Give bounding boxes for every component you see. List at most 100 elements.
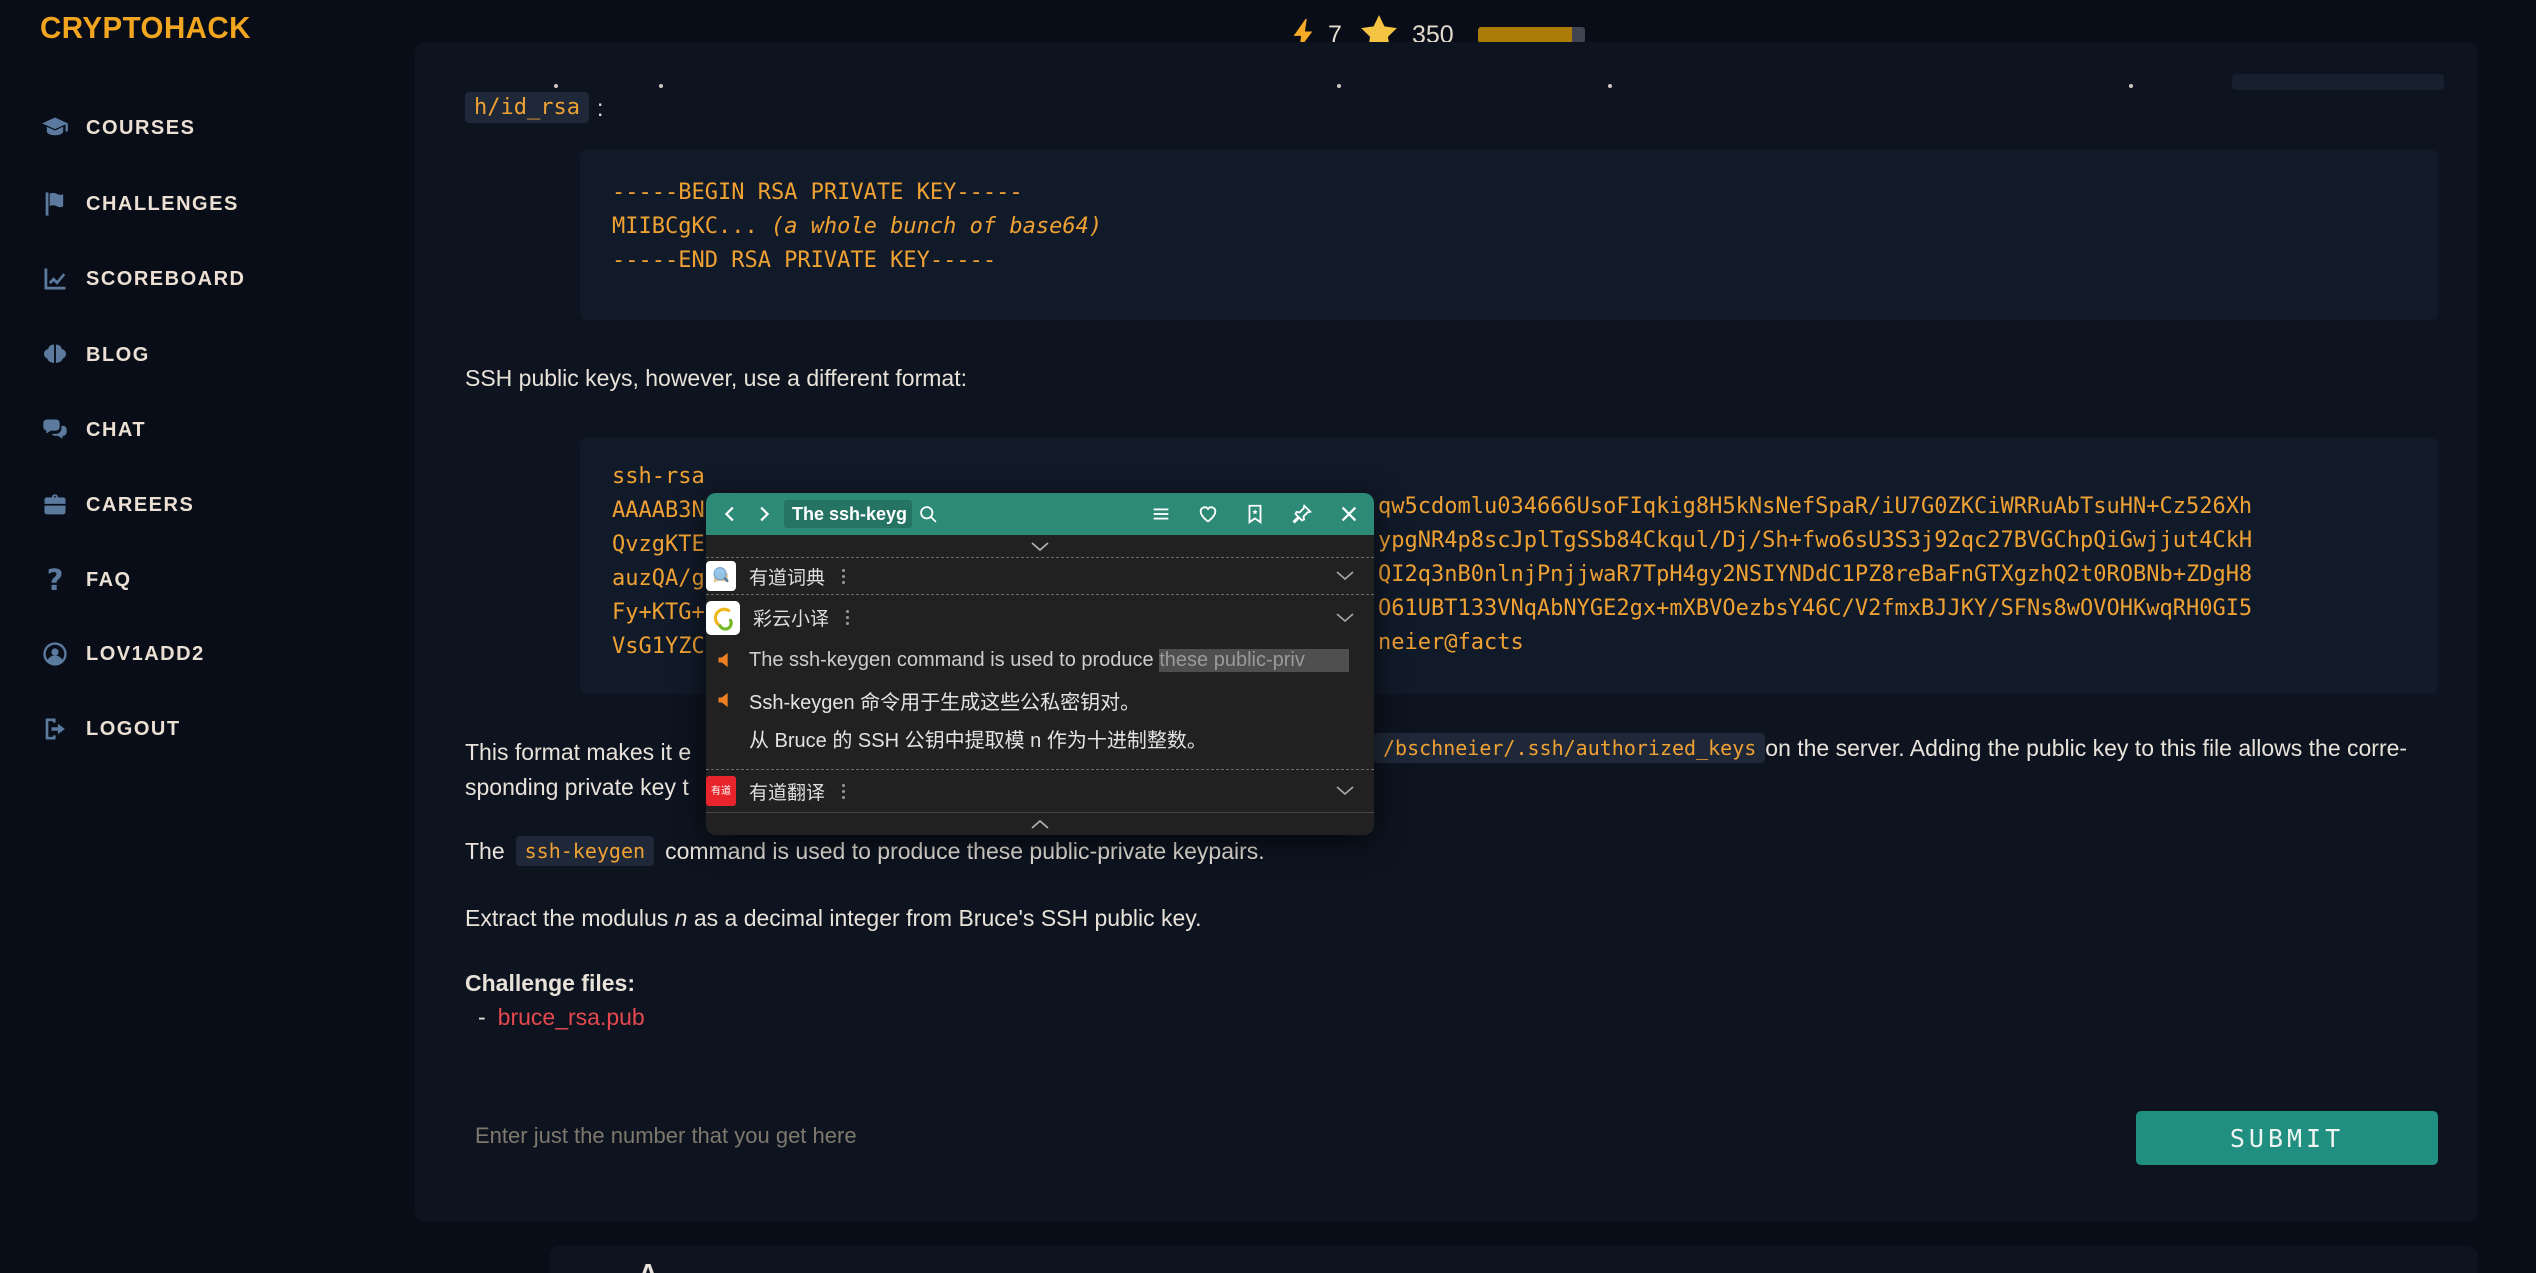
sidebar-item-label: LOGOUT [86,718,181,741]
clipped-comment-fragment: A [638,1258,658,1273]
sidebar-item-blog[interactable]: BLOG [40,337,150,373]
comments-card: A [550,1246,2478,1273]
intro-paragraph: SSH public keys, however, use a differen… [465,363,967,393]
provider-label: 彩云小译 [753,604,829,631]
speaker-icon[interactable] [716,650,736,670]
clipped-line-remnant [554,84,558,88]
provider-row-youdao-translate[interactable]: 有道 有道翻译 [706,769,1374,812]
back-icon[interactable] [720,503,742,525]
chevron-down-icon[interactable] [1336,609,1354,627]
collapse-chevron-down-icon[interactable] [706,535,1374,557]
question-mark-icon: ? [40,565,70,595]
submit-button[interactable]: SUBMIT [2136,1111,2438,1165]
sign-out-icon [40,714,70,744]
youdao-translate-icon: 有道 [706,776,736,806]
code-line: MIIBCgKC... [612,214,758,239]
sidebar-item-careers[interactable]: CAREERS [40,487,194,523]
keygen-post: command is used to produce these public-… [665,836,1265,866]
clipped-code-chip-remnant [2232,74,2444,90]
chevron-down-icon[interactable] [1336,782,1354,800]
keygen-paragraph: The ssh-keygen command is used to produc… [465,836,1265,866]
sidebar-item-courses[interactable]: COURSES [40,110,195,146]
pin-icon[interactable] [1291,503,1313,525]
sidebar-item-scoreboard[interactable]: SCOREBOARD [40,261,245,297]
sidebar-item-profile[interactable]: LOV1ADD2 [40,636,205,672]
format-paragraph-line1-end: on the server. Adding the public key to … [1765,733,2407,763]
popup-search-text: The ssh-keyg [792,504,907,525]
format-paragraph-line2: sponding private key t [465,772,689,802]
clipped-line-remnant [1608,84,1612,88]
popup-search-input[interactable]: The ssh-keyg [784,500,912,528]
code-line-fragment: O61UBT133VNqAbNYGE2gx+mXBVOezbsY46C/V2fm… [1378,596,2252,621]
popup-header-actions [1150,503,1360,525]
private-key-codeblock: -----BEGIN RSA PRIVATE KEY----- MIIBCgKC… [580,150,2438,320]
code-line-fragment: qw5cdomlu034666UsoFIqkig8H5kNsNefSpaR/iU… [1378,494,2252,519]
sidebar-item-logout[interactable]: LOGOUT [40,711,181,747]
more-options-icon[interactable] [846,610,849,625]
translation-result-text: 从 Bruce 的 SSH 公钥中提取模 n 作为十进制整数。 [749,724,1207,753]
extract-pre: Extract the modulus [465,905,675,931]
more-options-icon[interactable] [842,784,845,799]
cryptohack-page: CRYPTOHACK 7 350 COURSES CHALLENGES SCOR… [0,0,2536,1273]
brain-icon [40,340,70,370]
provider-row-youdao-dict[interactable]: 有道词典 [706,557,1374,594]
translation-result-row: Ssh-keygen 命令用于生成这些公私密钥对。 [706,680,1374,720]
code-line: ssh-rsa [612,464,705,489]
chevron-down-icon[interactable] [1336,567,1354,585]
close-icon[interactable] [1338,503,1360,525]
translation-popup: The ssh-keyg 有道词典 [706,493,1374,835]
clipped-line-remnant [1337,84,1341,88]
challenge-files-label: Challenge files: [465,968,635,998]
sidebar-item-faq[interactable]: ? FAQ [40,562,132,598]
code-line-fragment: QvzgKTE [612,532,705,557]
provider-row-caiyun[interactable]: 彩云小译 [706,594,1374,640]
file-bullet: - [478,1002,486,1032]
sidebar-item-label: BLOG [86,344,150,367]
progress-bar-fill [1478,27,1572,43]
speaker-icon[interactable] [716,690,736,710]
sidebar-item-label: LOV1ADD2 [86,643,205,666]
authorized-keys-path-chip: /bschneier/.ssh/authorized_keys [1374,733,1765,763]
flag-icon [40,189,70,219]
popup-body: 有道词典 彩云小译 The ssh-keygen command is used… [706,535,1374,835]
code-line-fragment: AAAAB3N [612,498,705,523]
chart-line-icon [40,264,70,294]
search-icon[interactable] [918,504,939,525]
youdao-badge-text: 有道 [709,786,733,797]
code-line: -----BEGIN RSA PRIVATE KEY----- [612,180,1023,205]
provider-label: 有道词典 [749,563,825,590]
format-paragraph-line1-rest: /bschneier/.ssh/authorized_keys on the s… [1374,733,2407,763]
more-options-icon[interactable] [842,569,845,584]
code-line-fragment: auzQA/g [612,566,705,591]
wordbook-bookmark-icon[interactable] [1244,503,1266,525]
sidebar-item-label: CHAT [86,419,146,442]
code-line-fragment: ypgNR4p8scJplTgSSb84Ckqul/Dj/Sh+fwo6sU3S… [1378,528,2252,553]
menu-icon[interactable] [1150,503,1172,525]
code-line-fragment: Fy+KTG+ [612,600,705,625]
clipped-line-remnant [659,84,663,88]
site-logo[interactable]: CRYPTOHACK [40,10,251,46]
forward-icon[interactable] [752,503,774,525]
sidebar-item-label: CHALLENGES [86,193,239,216]
keygen-pre: The [465,836,505,866]
code-line-fragment: QI2q3nB0nlnjPnjjwaR7TpH4gy2NSIYNDdC1PZ8r… [1378,562,2252,587]
sidebar-item-chat[interactable]: CHAT [40,412,146,448]
progress-bar [1478,27,1585,43]
modulus-variable: n [675,905,688,931]
code-line-fragment: neier@facts [1378,630,1524,655]
extract-post: as a decimal integer from Bruce's SSH pu… [687,905,1201,931]
collapse-chevron-up-icon[interactable] [706,812,1374,835]
translation-result-text: Ssh-keygen 命令用于生成这些公私密钥对。 [749,686,1140,715]
answer-input[interactable] [453,1113,2053,1159]
file-link-bruce-rsa-pub[interactable]: bruce_rsa.pub [498,1002,645,1032]
code-line: -----END RSA PRIVATE KEY----- [612,248,996,273]
format-paragraph-line1-start: This format makes it e [465,737,691,767]
code-line-fragment: VsG1YZC [612,634,705,659]
favorite-heart-icon[interactable] [1197,503,1219,525]
popup-header: The ssh-keyg [706,493,1374,535]
translation-source-row: The ssh-keygen command is used to produc… [706,640,1374,680]
idrsa-line: h/id_rsa : [465,92,603,123]
sidebar-item-challenges[interactable]: CHALLENGES [40,186,239,222]
source-text-normal: The ssh-keygen command is used to produc… [749,649,1159,671]
graduation-cap-icon [40,113,70,143]
